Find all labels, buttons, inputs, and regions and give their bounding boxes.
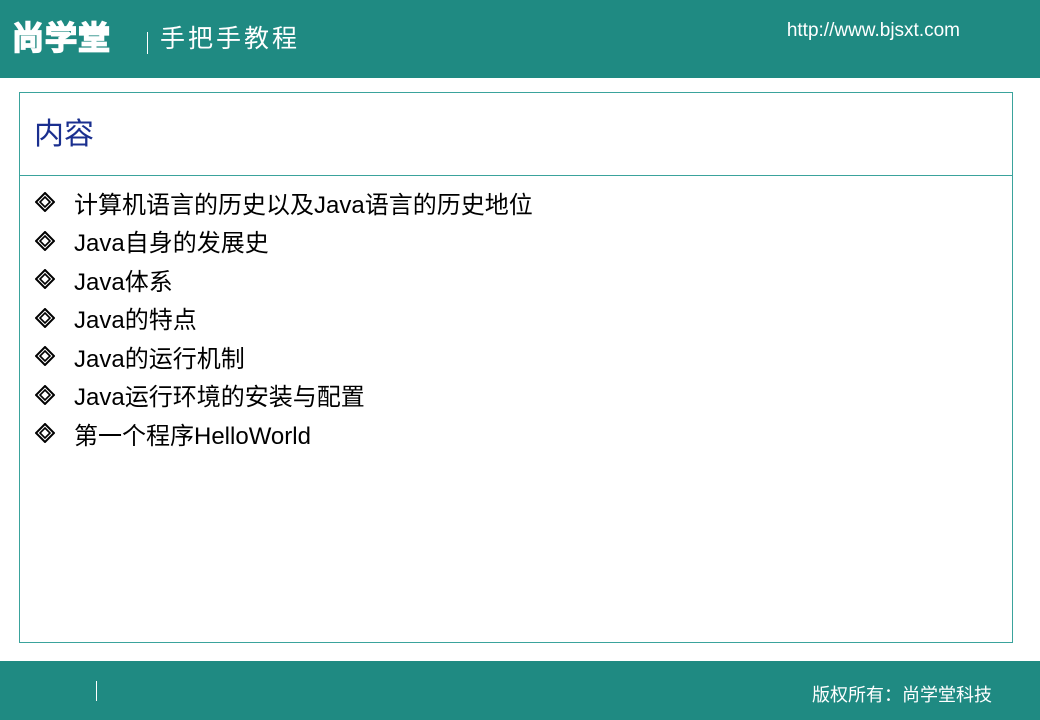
title-divider (20, 175, 1012, 176)
diamond-bullet-icon (34, 191, 56, 213)
list-item: Java自身的发展史 (34, 222, 533, 261)
brand-logo: 尚学堂 (11, 18, 112, 58)
header-url[interactable]: http://www.bjsxt.com (787, 20, 960, 42)
diamond-bullet-icon (34, 345, 56, 367)
footer-bar: 版权所有：尚学堂科技 (0, 661, 1040, 720)
header-bar: 尚学堂 手把手教程 http://www.bjsxt.com (0, 0, 1040, 78)
list-item-text: Java的运行机制 (74, 345, 245, 373)
list-item: Java运行环境的安装与配置 (34, 376, 533, 415)
copyright-text: 版权所有：尚学堂科技 (812, 685, 992, 706)
content-panel: 内容 计算机语言的历史以及Java语言的历史地位 Java自身的发展史 Java… (19, 92, 1013, 643)
header-divider (147, 32, 148, 54)
list-item-text: Java的特点 (74, 307, 197, 335)
header-tagline: 手把手教程 (160, 24, 301, 53)
list-item-text: 第一个程序HelloWorld (74, 422, 311, 450)
list-item: 计算机语言的历史以及Java语言的历史地位 (34, 183, 533, 222)
list-item-text: 计算机语言的历史以及Java语言的历史地位 (74, 191, 533, 219)
content-list: 计算机语言的历史以及Java语言的历史地位 Java自身的发展史 Java体系 … (34, 183, 533, 453)
diamond-bullet-icon (34, 384, 56, 406)
diamond-bullet-icon (34, 422, 56, 444)
list-item-text: Java运行环境的安装与配置 (74, 384, 365, 412)
diamond-bullet-icon (34, 307, 56, 329)
list-item: Java的特点 (34, 299, 533, 338)
list-item: 第一个程序HelloWorld (34, 414, 533, 453)
list-item: Java体系 (34, 260, 533, 299)
slide-title: 内容 (34, 117, 94, 152)
list-item: Java的运行机制 (34, 337, 533, 376)
footer-divider (96, 681, 97, 701)
list-item-text: Java体系 (74, 268, 173, 296)
diamond-bullet-icon (34, 268, 56, 290)
list-item-text: Java自身的发展史 (74, 230, 269, 258)
diamond-bullet-icon (34, 230, 56, 252)
